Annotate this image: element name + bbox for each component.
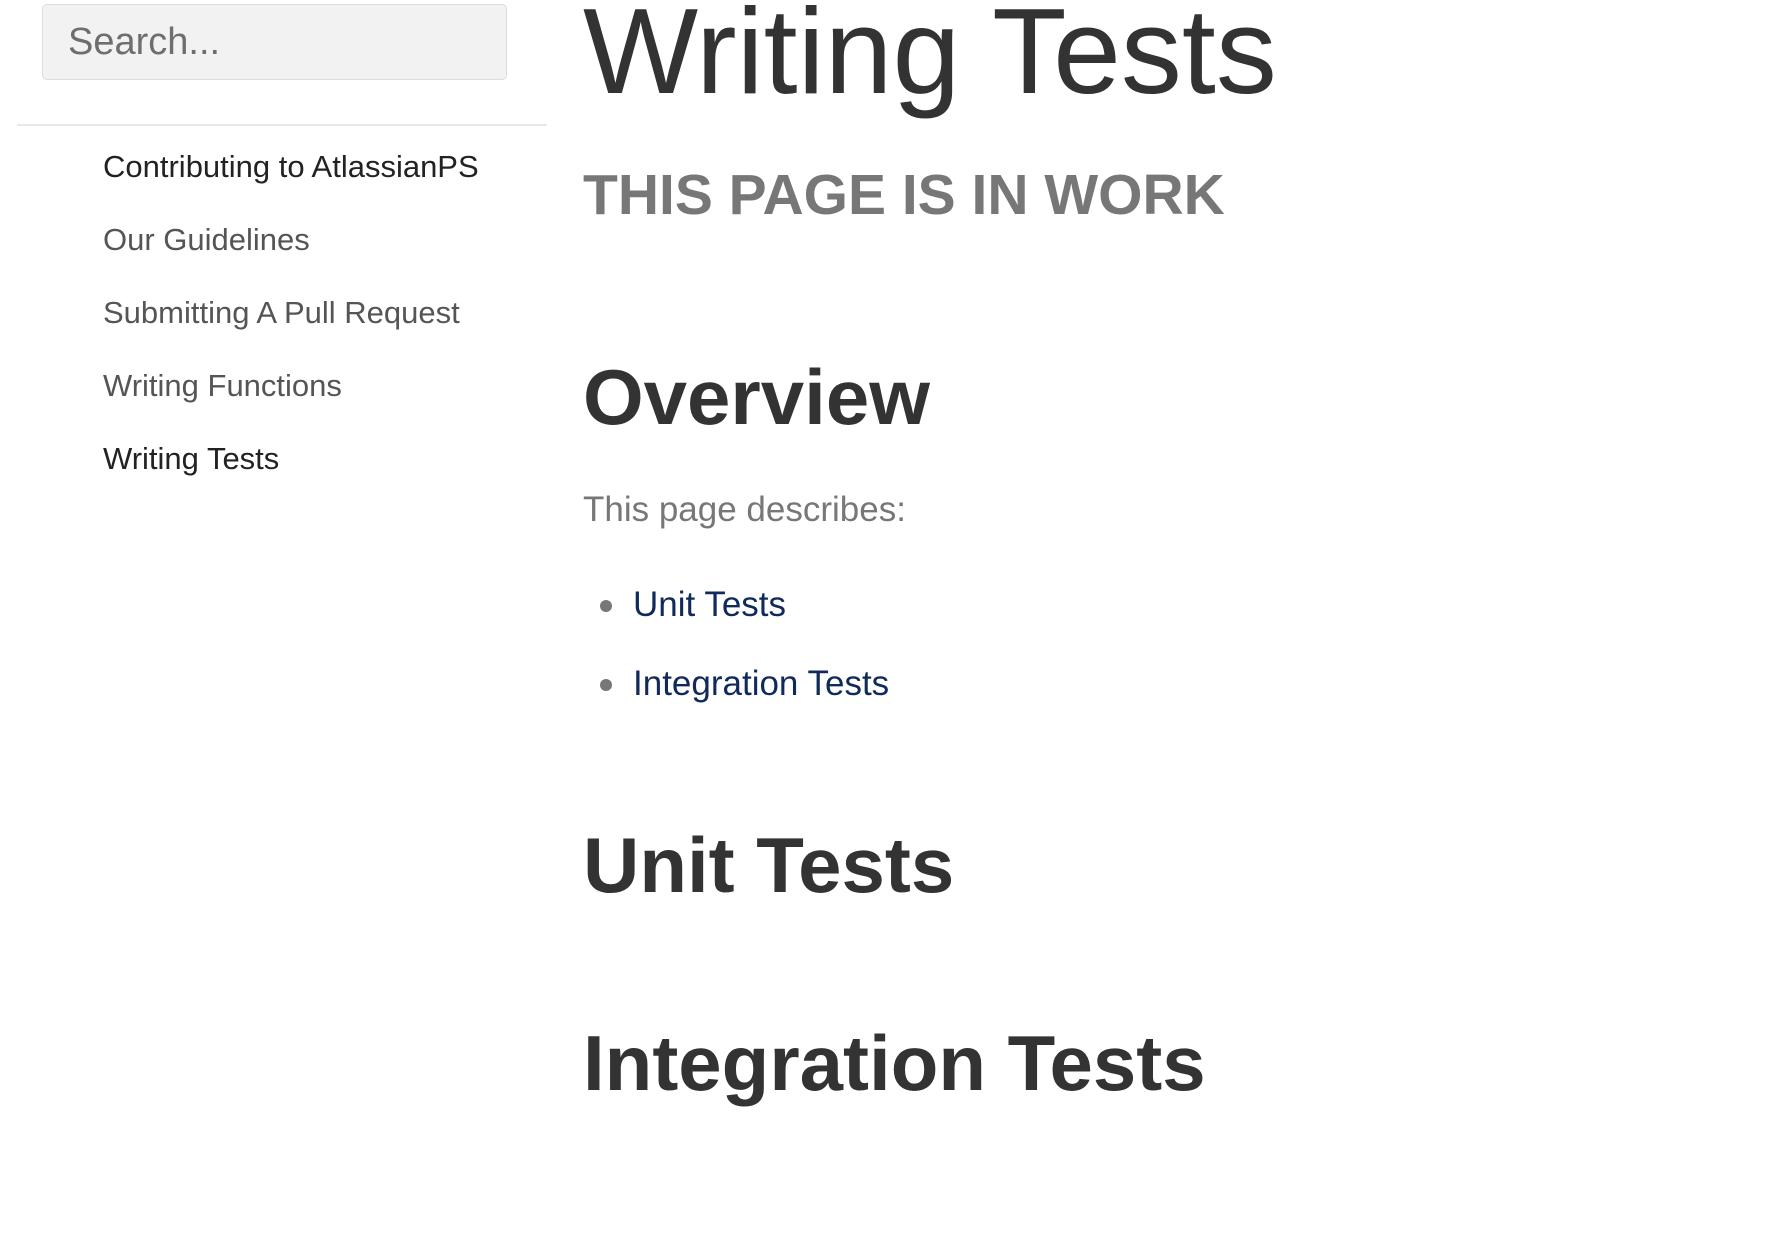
- docs-page: Contributing to AtlassianPS Our Guidelin…: [0, 0, 1778, 1253]
- sidebar-item-contributing[interactable]: Contributing to AtlassianPS: [103, 140, 523, 193]
- toc-list: Unit Tests Integration Tests: [583, 580, 889, 738]
- work-in-progress-banner: THIS PAGE IS IN WORK: [583, 163, 1225, 227]
- unit-tests-heading: Unit Tests: [583, 821, 955, 909]
- intro-text: This page describes:: [583, 490, 906, 529]
- overview-heading: Overview: [583, 353, 930, 441]
- list-item: Unit Tests: [583, 580, 889, 659]
- integration-tests-heading: Integration Tests: [583, 1019, 1206, 1107]
- toc-link-unit-tests[interactable]: Unit Tests: [633, 585, 786, 624]
- sidebar-divider: [17, 124, 547, 126]
- sidebar-item-writing-tests[interactable]: Writing Tests: [103, 432, 523, 485]
- toc-link-integration-tests[interactable]: Integration Tests: [633, 664, 889, 703]
- sidebar-item-guidelines[interactable]: Our Guidelines: [103, 213, 523, 266]
- sidebar-item-writing-functions[interactable]: Writing Functions: [103, 359, 523, 412]
- main-content: Writing Tests THIS PAGE IS IN WORK Overv…: [583, 0, 1733, 1253]
- sidebar-nav: Contributing to AtlassianPS Our Guidelin…: [103, 140, 523, 505]
- search-input[interactable]: [42, 4, 507, 80]
- sidebar-item-pull-request[interactable]: Submitting A Pull Request: [103, 286, 523, 339]
- bullet-icon: [600, 679, 612, 691]
- sidebar: Contributing to AtlassianPS Our Guidelin…: [17, 0, 547, 1253]
- page-title: Writing Tests: [583, 0, 1277, 119]
- list-item: Integration Tests: [583, 659, 889, 738]
- bullet-icon: [600, 600, 612, 612]
